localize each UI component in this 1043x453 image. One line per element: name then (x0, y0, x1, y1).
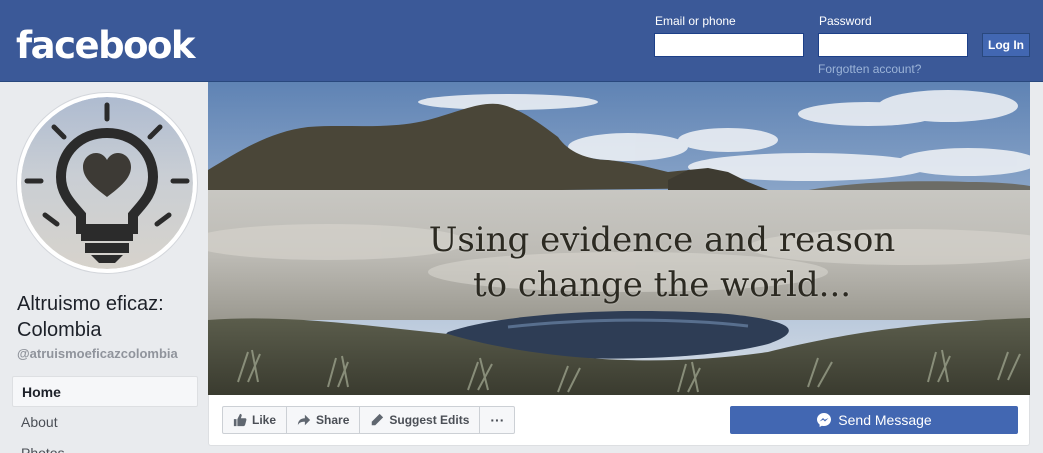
thumbs-up-icon (233, 413, 247, 427)
send-message-label: Send Message (838, 412, 932, 428)
email-input[interactable] (654, 33, 804, 57)
cover-caption: Using evidence and reason to change the … (208, 218, 1030, 308)
more-options-button[interactable]: ··· (480, 407, 514, 433)
forgotten-account-link[interactable]: Forgotten account? (818, 62, 921, 76)
page-action-buttons: Like Share Suggest Edits ··· (222, 406, 516, 434)
password-label: Password (819, 14, 872, 28)
share-label: Share (316, 413, 350, 427)
log-in-button[interactable]: Log In (982, 33, 1030, 57)
suggest-edits-label: Suggest Edits (389, 413, 470, 427)
send-message-button[interactable]: Send Message (730, 406, 1018, 434)
cover-photo[interactable]: Using evidence and reason to change the … (208, 82, 1030, 395)
password-input[interactable] (818, 33, 968, 57)
facebook-logo[interactable]: facebook (16, 22, 196, 70)
page-title: Altruismo eficaz: Colombia (17, 293, 164, 341)
like-button[interactable]: Like (223, 407, 288, 433)
page-avatar[interactable] (17, 93, 197, 273)
sidebar-item-photos[interactable]: Photos (12, 438, 198, 453)
sidebar-item-home[interactable]: Home (12, 376, 198, 407)
like-label: Like (252, 413, 277, 427)
top-bar: facebook Email or phone Password Log In … (0, 0, 1043, 82)
sidebar-nav: Home About Photos (12, 376, 198, 453)
share-button[interactable]: Share (287, 407, 361, 433)
messenger-icon (817, 413, 832, 427)
lightbulb-heart-logo (21, 97, 193, 269)
cover-caption-line-2: to change the world... (472, 265, 852, 305)
page-action-bar: Like Share Suggest Edits ··· Send Messag… (208, 395, 1030, 446)
pencil-icon (372, 413, 384, 426)
page-username: @atruismoeficazcolombia (17, 346, 178, 361)
share-arrow-icon (297, 414, 311, 426)
suggest-edits-button[interactable]: Suggest Edits (360, 407, 481, 433)
sidebar-item-about[interactable]: About (12, 407, 198, 438)
email-label: Email or phone (655, 14, 736, 28)
more-options-icon: ··· (490, 412, 505, 428)
cover-caption-line-1: Using evidence and reason (428, 220, 896, 260)
